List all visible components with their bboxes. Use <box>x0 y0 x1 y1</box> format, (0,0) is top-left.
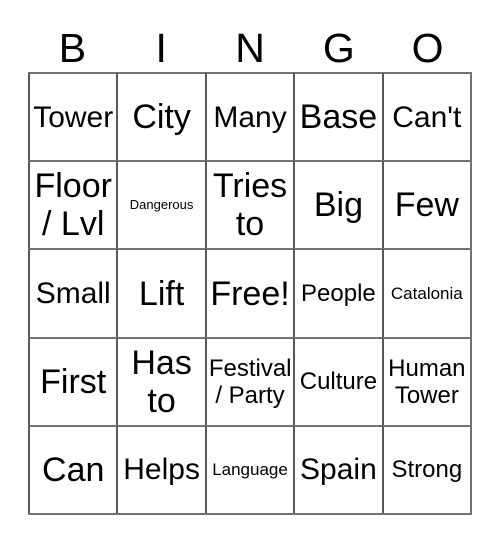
bingo-card: B I N G O Tower City Many Base Can't Flo… <box>0 0 500 544</box>
bingo-cell-label: City <box>132 98 191 137</box>
bingo-cell-g4[interactable]: Culture <box>293 336 382 425</box>
bingo-cell-b3[interactable]: Small <box>28 248 117 337</box>
bingo-cell-label: Lift <box>138 274 185 313</box>
bingo-cell-o3[interactable]: Catalonia <box>381 248 471 337</box>
bingo-cell-label: Few <box>394 186 459 225</box>
bingo-header-letter-b: B <box>58 25 87 71</box>
bingo-row: Small Lift Free! People Catalonia <box>28 248 471 337</box>
bingo-header-letter-i: I <box>155 25 167 71</box>
bingo-cell-i5[interactable]: Helps <box>116 424 205 514</box>
bingo-cell-label: Big <box>313 186 363 225</box>
bingo-cell-label: Strong <box>391 456 463 484</box>
bingo-cell-label: Tries to <box>212 167 288 244</box>
bingo-cell-label: Helps <box>123 453 200 487</box>
bingo-cell-g1[interactable]: Base <box>293 72 382 161</box>
bingo-cell-i4[interactable]: Has to <box>116 336 205 425</box>
bingo-cell-b1[interactable]: Tower <box>28 72 117 161</box>
bingo-cell-label: Can <box>42 450 105 489</box>
bingo-cell-label: Has to <box>131 343 192 420</box>
bingo-cell-label: Catalonia <box>390 283 463 303</box>
bingo-cell-o2[interactable]: Few <box>381 160 471 249</box>
bingo-cell-label: Human Tower <box>388 354 466 409</box>
bingo-header-letter-n: N <box>235 25 265 71</box>
bingo-cell-g5[interactable]: Spain <box>293 424 382 514</box>
bingo-header-letter-o: O <box>411 25 444 71</box>
bingo-cell-label: Many <box>213 100 287 134</box>
bingo-cell-b5[interactable]: Can <box>28 424 117 514</box>
bingo-cell-label: People <box>301 280 376 307</box>
bingo-cell-o1[interactable]: Can't <box>381 72 471 161</box>
bingo-free-space-label: Free! <box>210 274 290 313</box>
bingo-cell-o4[interactable]: Human Tower <box>381 336 471 425</box>
bingo-header-letter-g: G <box>322 25 355 71</box>
bingo-cell-label: Base <box>299 98 378 137</box>
bingo-cell-label: Language <box>212 459 288 479</box>
bingo-cell-i2[interactable]: Dangerous <box>116 160 205 249</box>
bingo-cell-b4[interactable]: First <box>28 336 117 425</box>
bingo-cell-label: First <box>40 362 107 401</box>
bingo-cell-n5[interactable]: Language <box>204 424 294 514</box>
bingo-header-row: B I N G O <box>28 20 472 70</box>
bingo-row: Floor / Lvl Dangerous Tries to Big Few <box>28 160 471 249</box>
bingo-cell-label: Festival / Party <box>208 354 292 409</box>
bingo-cell-label: Culture <box>299 368 378 396</box>
bingo-cell-g3[interactable]: People <box>293 248 382 337</box>
bingo-cell-n4[interactable]: Festival / Party <box>204 336 294 425</box>
bingo-cell-free-space[interactable]: Free! <box>204 248 294 337</box>
bingo-row: Tower City Many Base Can't <box>28 72 471 161</box>
bingo-grid: Tower City Many Base Can't Floor / Lvl D… <box>28 72 472 515</box>
bingo-row: First Has to Festival / Party Culture Hu… <box>28 336 471 425</box>
bingo-cell-o5[interactable]: Strong <box>381 424 471 514</box>
bingo-cell-i1[interactable]: City <box>116 72 205 161</box>
bingo-cell-label: Spain <box>300 453 377 487</box>
bingo-cell-label: Dangerous <box>129 197 194 213</box>
bingo-cell-n2[interactable]: Tries to <box>204 160 294 249</box>
bingo-cell-label: Floor / Lvl <box>34 167 112 244</box>
bingo-cell-label: Tower <box>33 100 114 134</box>
bingo-cell-n1[interactable]: Many <box>204 72 294 161</box>
bingo-cell-label: Can't <box>392 100 462 134</box>
bingo-row: Can Helps Language Spain Strong <box>28 424 471 514</box>
bingo-cell-g2[interactable]: Big <box>293 160 382 249</box>
bingo-cell-i3[interactable]: Lift <box>116 248 205 337</box>
bingo-cell-label: Small <box>35 277 111 310</box>
bingo-cell-b2[interactable]: Floor / Lvl <box>28 160 117 249</box>
